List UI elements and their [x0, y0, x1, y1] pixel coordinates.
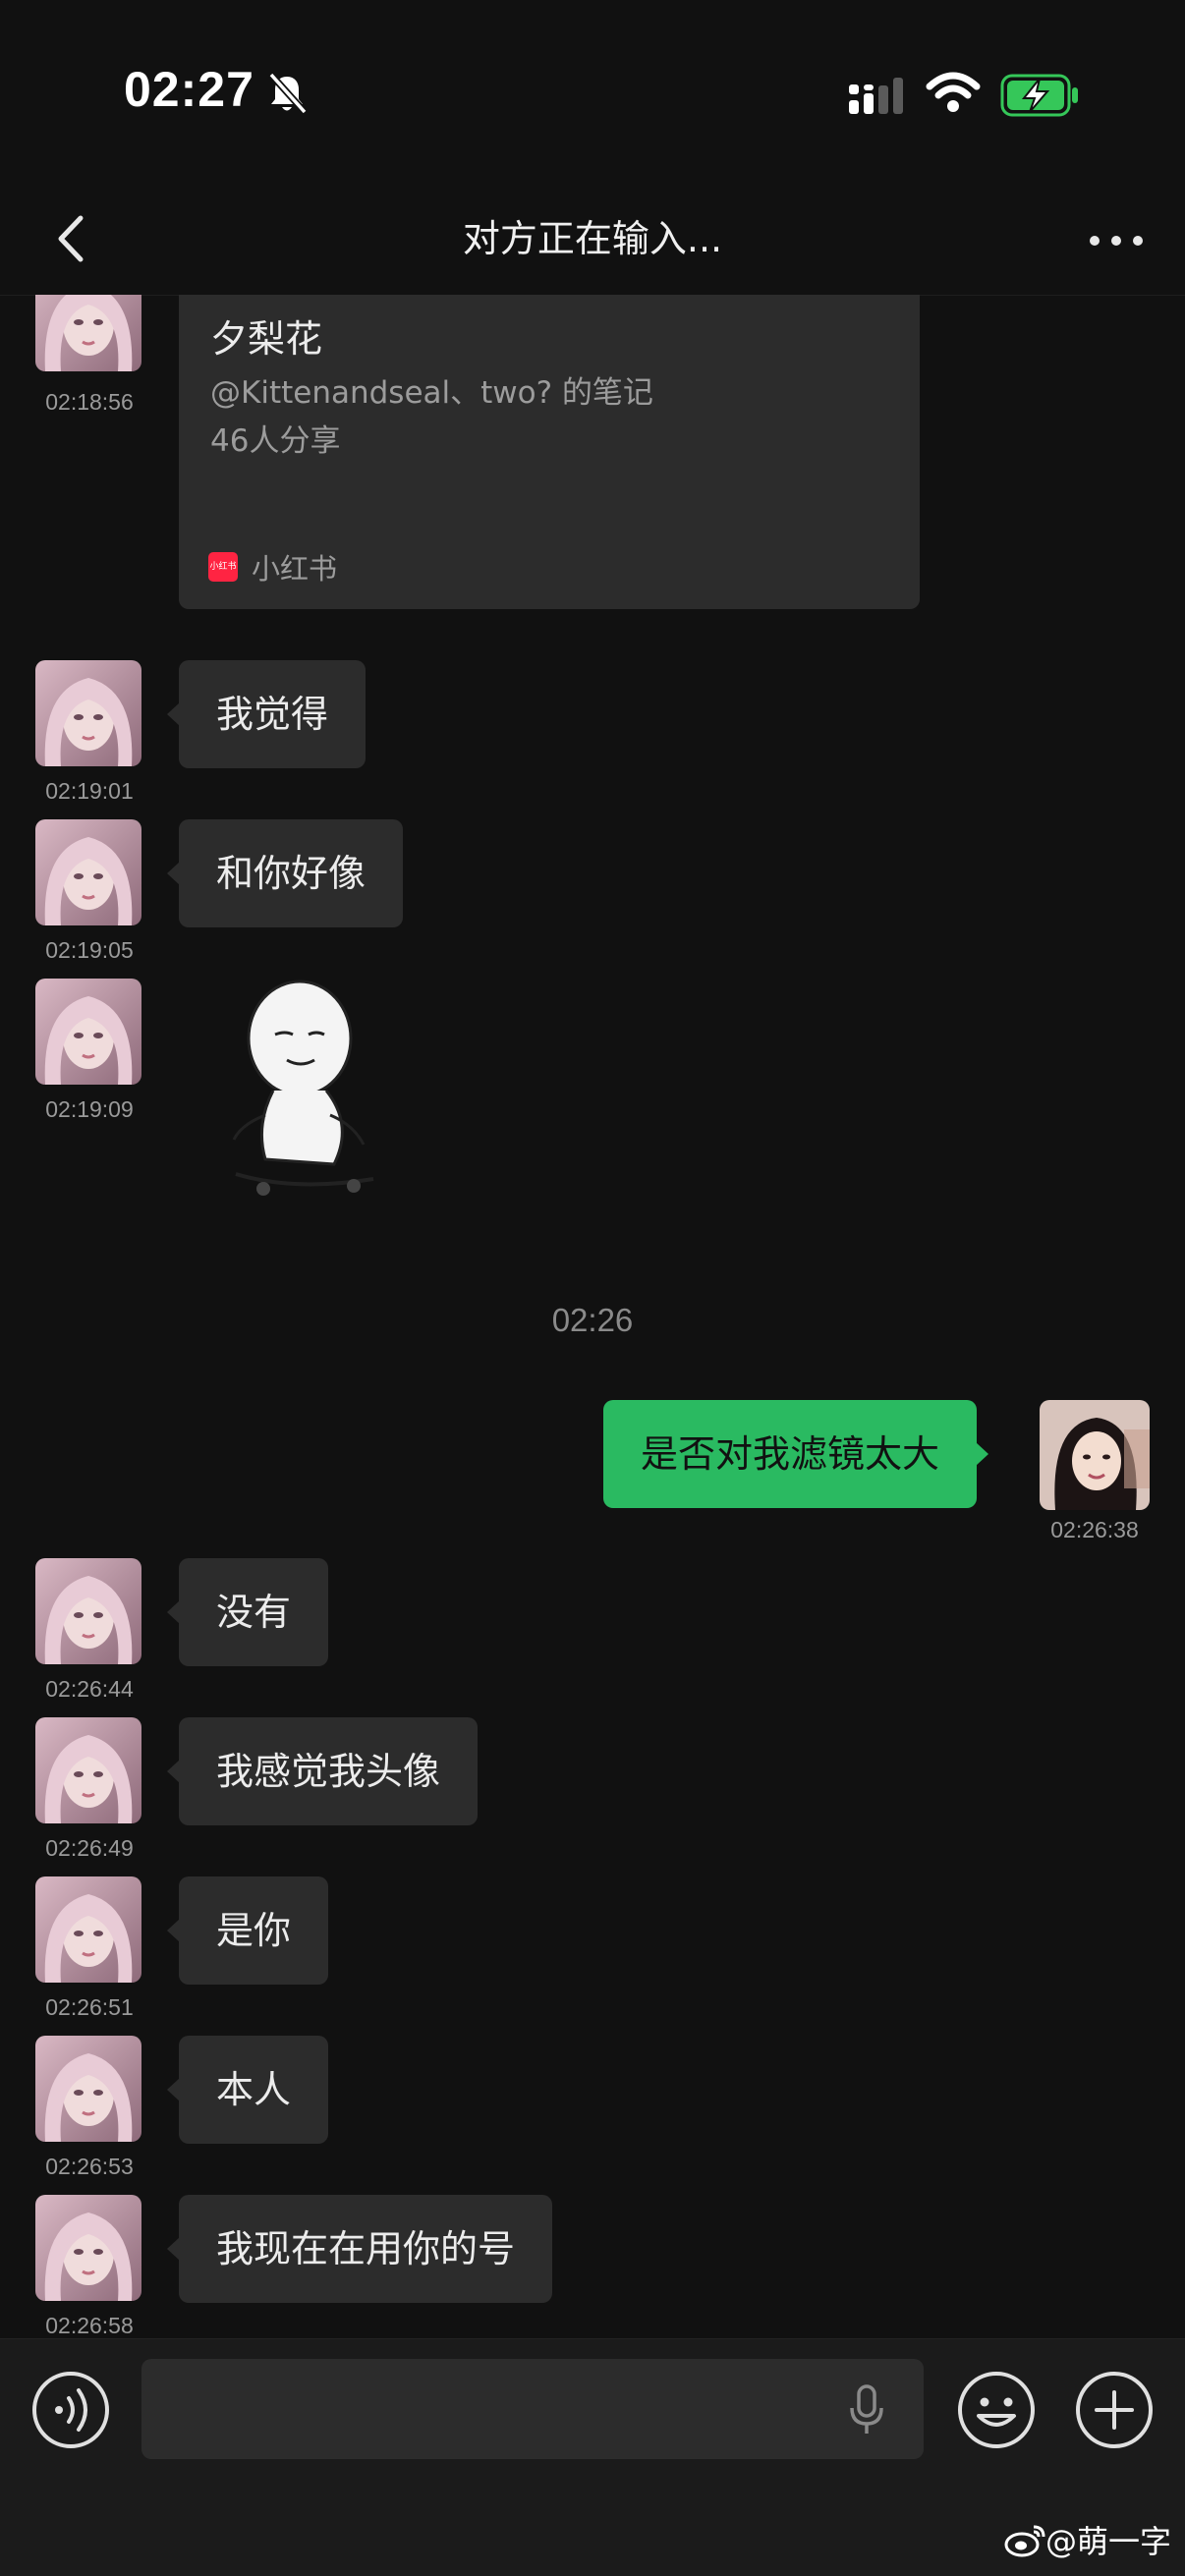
message-bubble[interactable]: 和你好像: [166, 819, 404, 927]
chat-screen: 02:27 对方正在输入... 02:18:56 夕梨花 @Kittenands…: [0, 0, 1185, 2576]
card-title: 夕梨花: [210, 317, 323, 361]
message-bubble[interactable]: 我感觉我头像: [166, 1717, 479, 1825]
bell-muted-icon: [268, 72, 308, 115]
message-bubble[interactable]: 我觉得: [166, 660, 367, 768]
watermark: @萌一字: [1044, 2523, 1171, 2560]
contact-avatar[interactable]: [35, 2036, 141, 2142]
message-bubble[interactable]: 是你: [166, 1876, 329, 1985]
contact-avatar[interactable]: [35, 979, 141, 1085]
message-timestamp: 02:19:09: [45, 1096, 134, 1122]
message-bubble[interactable]: 没有: [166, 1558, 329, 1666]
card-source: 小红书: [252, 552, 338, 586]
cellular-signal-icon: [849, 78, 903, 114]
time-divider: 02:26: [551, 1302, 634, 1338]
status-bar: 02:27: [0, 0, 1185, 187]
card-share-count: 46人分享: [210, 423, 341, 459]
message-timestamp: 02:26:51: [45, 1994, 134, 2020]
message-timestamp: 02:19:01: [45, 778, 134, 804]
contact-avatar[interactable]: [35, 819, 141, 925]
message-timestamp: 02:26:53: [45, 2154, 134, 2179]
my-avatar[interactable]: [1040, 1400, 1150, 1510]
message-list[interactable]: 02:18:56 夕梨花 @Kittenandseal、two? 的笔记 46人…: [0, 295, 1185, 2338]
card-description: @Kittenandseal、two? 的笔记: [210, 375, 653, 411]
shared-note-card[interactable]: 夕梨花 @Kittenandseal、two? 的笔记 46人分享 小红书 小红…: [179, 295, 920, 609]
contact-avatar[interactable]: [35, 1717, 141, 1823]
status-clock: 02:27: [124, 62, 254, 117]
message-timestamp: 02:26:58: [45, 2313, 134, 2338]
wifi-icon: [926, 72, 981, 112]
message-bubble[interactable]: 我现在在用你的号: [166, 2195, 553, 2303]
weibo-logo-icon: [1004, 2525, 1045, 2557]
message-timestamp: 02:26:44: [45, 1676, 134, 1702]
voice-mode-icon[interactable]: [29, 2369, 112, 2451]
emoji-icon[interactable]: [955, 2369, 1038, 2451]
my-message-bubble[interactable]: 是否对我滤镜太大: [603, 1400, 989, 1508]
contact-avatar[interactable]: [35, 2195, 141, 2301]
nav-bar: 对方正在输入...: [0, 187, 1185, 296]
message-bubble[interactable]: 本人: [166, 2036, 329, 2144]
message-timestamp: 02:19:05: [45, 937, 134, 963]
chat-title: 对方正在输入...: [462, 217, 723, 260]
contact-avatar[interactable]: [35, 660, 141, 766]
contact-avatar[interactable]: [35, 1558, 141, 1664]
message-timestamp: 02:26:38: [1050, 1517, 1139, 1542]
plus-icon[interactable]: [1073, 2369, 1156, 2451]
message-timestamp: 02:26:49: [45, 1835, 134, 1861]
more-options-icon[interactable]: [1077, 206, 1156, 275]
contact-avatar[interactable]: [35, 295, 141, 371]
message-input[interactable]: [141, 2359, 924, 2459]
bald-figure-sticker[interactable]: [216, 978, 393, 1213]
contact-avatar[interactable]: [35, 1876, 141, 1983]
xiaohongshu-logo-icon: 小红书: [208, 552, 238, 582]
battery-charging-icon: [1000, 74, 1078, 117]
message-timestamp: 02:18:56: [45, 389, 134, 415]
microphone-icon[interactable]: [847, 2382, 886, 2437]
